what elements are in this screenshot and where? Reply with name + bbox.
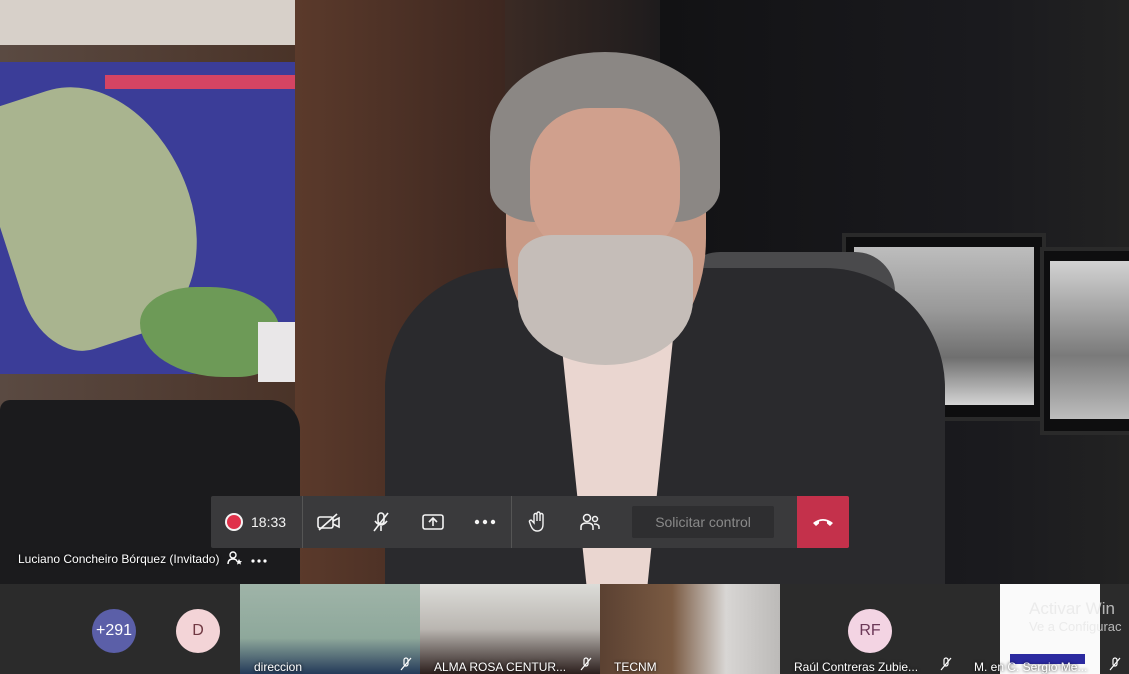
participant-strip: +291 D direccion ALMA ROSA CENTUR... TEC…: [0, 584, 1129, 674]
participant-tile-shared-screen[interactable]: Activar Win Ve a Configurac M. en C. Ser…: [960, 584, 1129, 674]
overflow-count-avatar[interactable]: +291: [92, 609, 136, 653]
record-icon: [227, 515, 241, 529]
participant-tile[interactable]: direccion: [240, 584, 420, 674]
participant-tile-overflow[interactable]: +291 D: [0, 584, 240, 674]
recording-group: 18:33: [211, 496, 304, 548]
request-control-button[interactable]: Solicitar control: [632, 506, 775, 538]
participant-name: M. en C. Sergio Me...: [974, 660, 1088, 674]
mute-button[interactable]: [355, 496, 407, 548]
mic-off-icon: [373, 512, 389, 532]
raise-hand-button[interactable]: [512, 496, 564, 548]
speaker-more-icon[interactable]: [251, 552, 268, 566]
pin-user-icon[interactable]: [227, 550, 243, 568]
meeting-toolbar: 18:33 Solicitar control: [211, 496, 849, 548]
camera-off-button[interactable]: [303, 496, 355, 548]
speaker-tag: Luciano Concheiro Bórquez (Invitado): [18, 548, 268, 570]
speaker-beard: [518, 235, 693, 365]
mic-off-icon: [1109, 657, 1121, 674]
meeting-timer: 18:33: [251, 514, 287, 530]
phone-hangup-icon: [813, 519, 833, 526]
mic-off-icon: [580, 657, 592, 674]
participant-tile[interactable]: TECNM: [600, 584, 780, 674]
windows-activation-watermark: Activar Win Ve a Configurac: [1029, 599, 1122, 635]
more-actions-button[interactable]: [459, 496, 511, 548]
participant-name: ALMA ROSA CENTUR...: [434, 660, 567, 674]
people-controls: [512, 496, 616, 548]
wall-map: [0, 59, 298, 382]
main-video: 18:33 Solicitar control Luciano Concheir…: [0, 0, 1129, 584]
mic-off-icon: [940, 657, 952, 674]
camera-off-icon: [317, 513, 340, 531]
media-controls: [303, 496, 513, 548]
avatar: D: [176, 609, 220, 653]
avatar: RF: [848, 609, 892, 653]
mic-off-icon: [400, 657, 412, 674]
participant-name: direccion: [254, 660, 303, 674]
participant-tile[interactable]: RF Raúl Contreras Zubie...: [780, 584, 960, 674]
photo-frame: [1040, 247, 1129, 435]
participant-tile[interactable]: ALMA ROSA CENTUR...: [420, 584, 600, 674]
participant-name: Raúl Contreras Zubie...: [794, 660, 919, 674]
share-screen-button[interactable]: [407, 496, 459, 548]
participants-button[interactable]: [564, 496, 616, 548]
share-screen-icon: [422, 514, 444, 530]
participant-name: TECNM: [614, 660, 657, 674]
speaker-name: Luciano Concheiro Bórquez (Invitado): [18, 552, 220, 566]
participants-icon: [580, 513, 600, 530]
hangup-button[interactable]: [797, 496, 849, 548]
raise-hand-icon: [528, 511, 544, 532]
more-dots-icon: [474, 519, 496, 525]
